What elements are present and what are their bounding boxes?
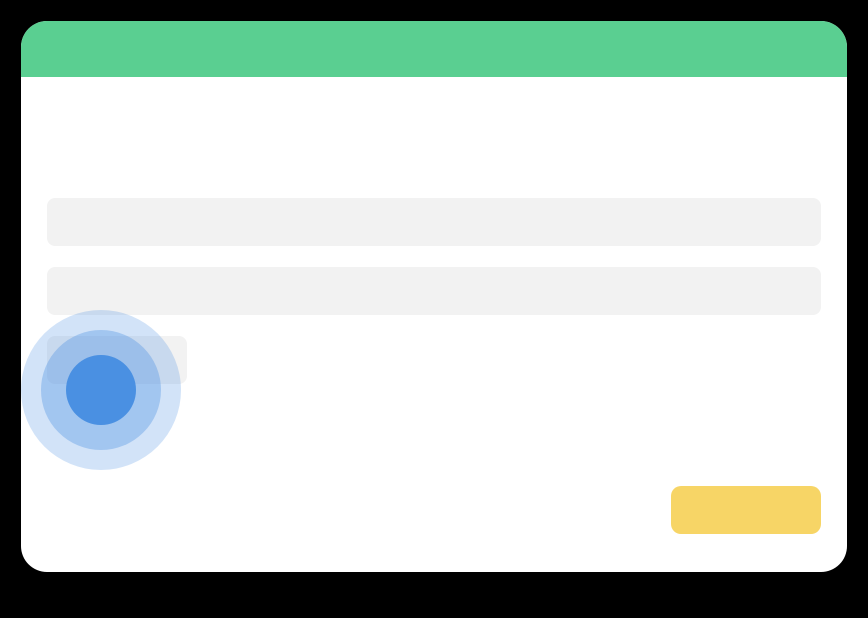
submit-button[interactable] [671, 486, 821, 534]
header-bar [21, 21, 847, 77]
input-field-2[interactable] [47, 267, 821, 315]
input-field-1[interactable] [47, 198, 821, 246]
input-field-3[interactable] [47, 336, 187, 384]
main-panel [21, 21, 847, 572]
